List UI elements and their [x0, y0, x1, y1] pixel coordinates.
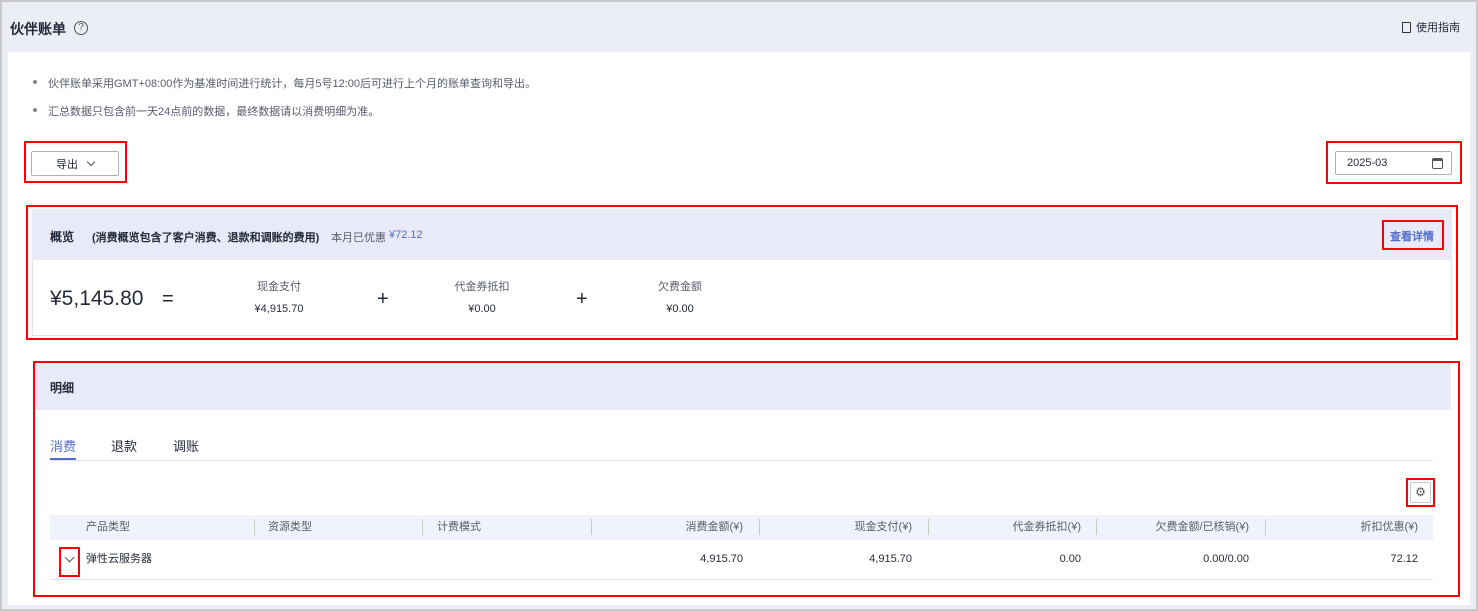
- column-header: 折扣优惠(¥): [1360, 521, 1418, 533]
- product-type-cell: 弹性云服务器: [86, 553, 152, 565]
- page-title: 伙伴账单: [10, 21, 66, 37]
- column-header: 现金支付(¥): [854, 521, 912, 533]
- plus-sign: +: [576, 288, 588, 310]
- user-guide-link[interactable]: 使用指南: [1402, 19, 1460, 35]
- column-separator: [1096, 519, 1097, 535]
- document-icon: [1402, 21, 1411, 33]
- column-header: 代金券抵扣(¥): [1012, 521, 1081, 533]
- month-picker[interactable]: 2025-03: [1335, 151, 1452, 175]
- chevron-down-icon: [86, 157, 96, 167]
- column-separator: [1265, 519, 1266, 535]
- total-amount: ¥5,145.80: [50, 287, 144, 310]
- column-separator: [928, 519, 929, 535]
- column-separator: [759, 519, 760, 535]
- detail-header: [35, 363, 1451, 410]
- consumption-cell: 4,915.70: [700, 553, 743, 565]
- arrears-value: ¥0.00: [666, 303, 694, 315]
- column-header: 欠费金额/已核销(¥): [1155, 521, 1250, 533]
- arrears-label: 欠费金额: [658, 281, 702, 293]
- voucher-value: ¥0.00: [468, 303, 496, 315]
- export-label: 导出: [56, 158, 78, 171]
- cash-cell: 4,915.70: [869, 553, 912, 565]
- user-guide-label: 使用指南: [1416, 22, 1460, 34]
- cash-payment-value: ¥4,915.70: [254, 303, 304, 315]
- equals-sign: =: [162, 288, 174, 310]
- overview-title: 概览: [50, 230, 75, 244]
- cash-payment-label: 现金支付: [257, 281, 301, 293]
- export-button[interactable]: 导出: [31, 151, 119, 176]
- column-header: 计费模式: [437, 521, 481, 533]
- row-divider: [50, 579, 1433, 580]
- tab-refund[interactable]: 退款: [111, 436, 137, 455]
- tab-consumption[interactable]: 消费: [50, 436, 76, 455]
- arrears-cell: 0.00/0.00: [1203, 553, 1249, 565]
- month-value: 2025-03: [1347, 157, 1388, 169]
- column-separator: [254, 519, 255, 535]
- column-separator: [591, 519, 592, 535]
- discount-label: 本月已优惠: [331, 232, 386, 244]
- column-header: 资源类型: [268, 521, 312, 533]
- discount-value: ¥72.12: [389, 229, 423, 241]
- column-header: 产品类型: [86, 521, 130, 533]
- overview-body: [32, 260, 1452, 336]
- overview-subtitle: (消费概览包含了客户消费、退款和调账的费用): [92, 232, 320, 244]
- tab-adjustment[interactable]: 调账: [173, 436, 199, 455]
- settings-gear-icon[interactable]: ⚙: [1410, 482, 1431, 503]
- plus-sign: +: [377, 288, 389, 310]
- voucher-label: 代金券抵扣: [454, 281, 510, 293]
- column-separator: [422, 519, 423, 535]
- detail-title: 明细: [50, 381, 75, 395]
- calendar-icon: [1432, 157, 1443, 169]
- column-header: 消费金额(¥): [685, 521, 743, 533]
- note-item: 伙伴账单采用GMT+08:00作为基准时间进行统计，每月5号12:00后可进行上…: [32, 75, 536, 91]
- voucher-cell: 0.00: [1059, 553, 1081, 565]
- view-details-link[interactable]: 查看详情: [1390, 228, 1434, 244]
- discount-cell: 72.12: [1390, 553, 1418, 565]
- note-item: 汇总数据只包含前一天24点前的数据，最终数据请以消费明细为准。: [32, 103, 379, 119]
- tabs-divider: [50, 460, 1433, 461]
- help-icon[interactable]: ?: [74, 21, 88, 35]
